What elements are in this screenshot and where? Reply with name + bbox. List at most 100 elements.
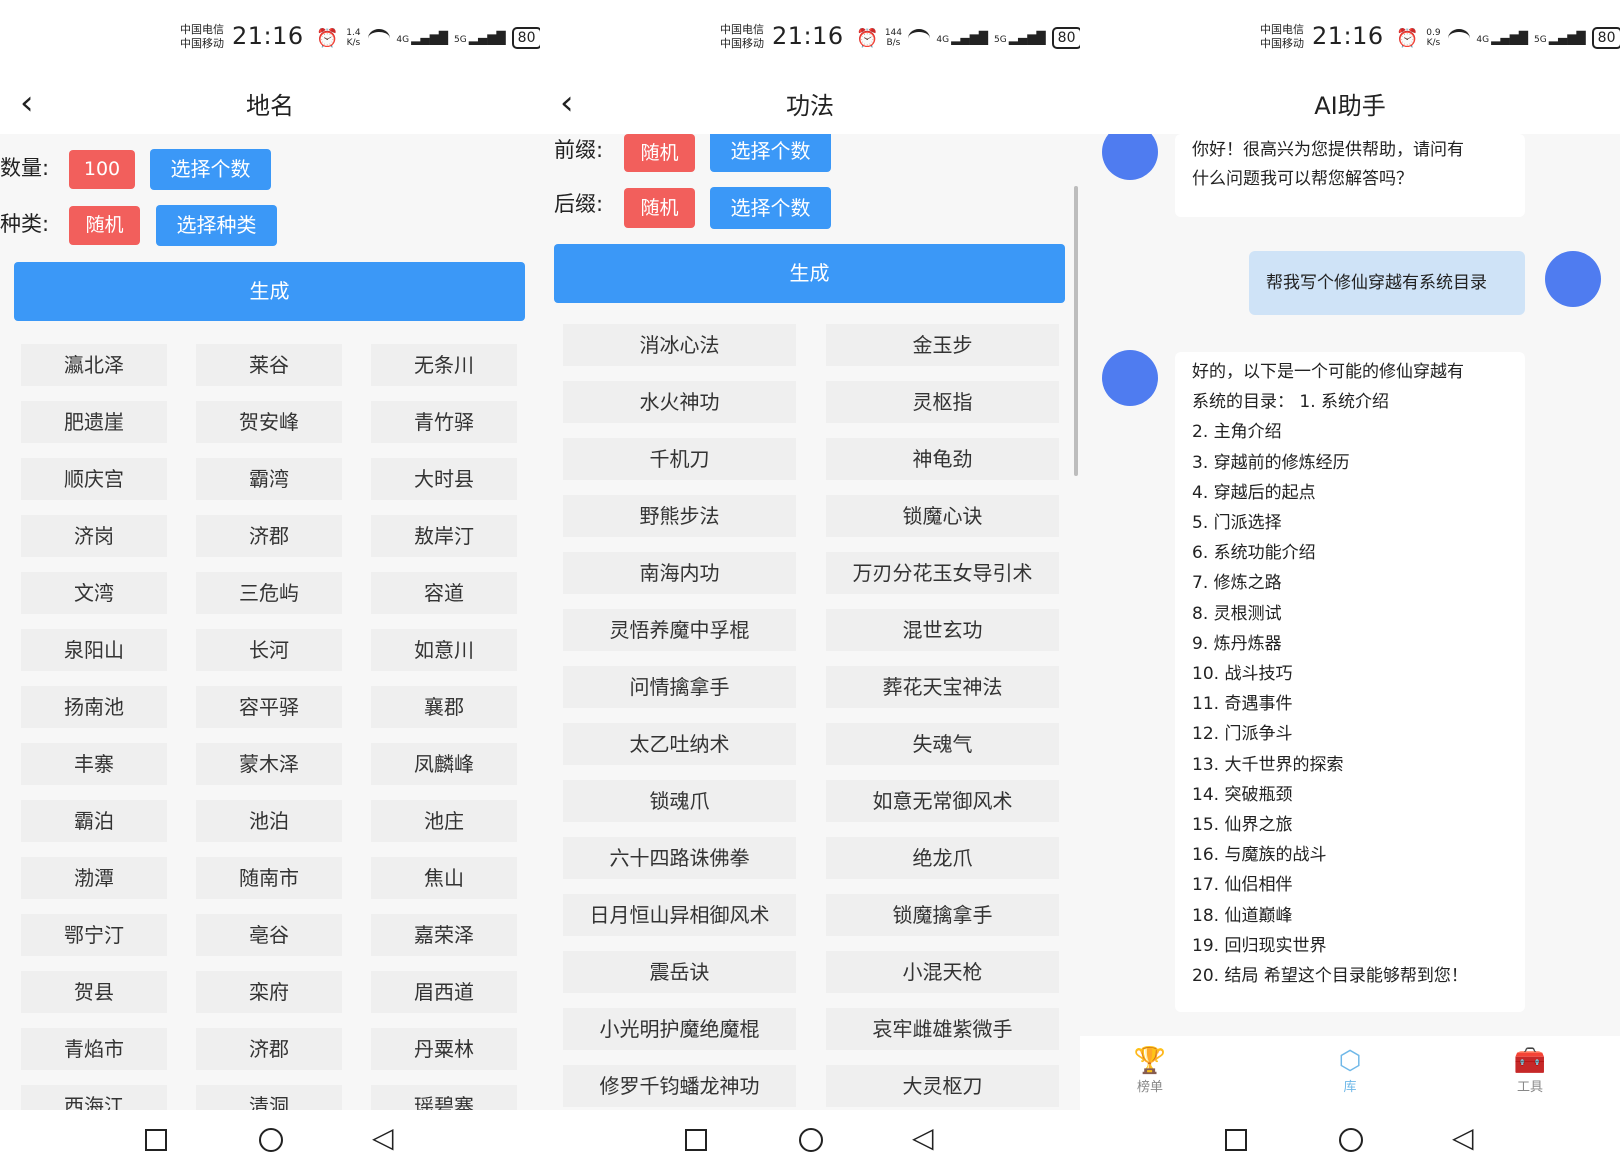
list-item[interactable]: 如意无常御风术 — [826, 780, 1059, 822]
list-item[interactable]: 襄郡 — [371, 686, 517, 728]
prefix-label: 前缀: — [554, 138, 604, 162]
list-item[interactable]: 神龟劲 — [826, 438, 1059, 480]
list-item[interactable]: 灵枢指 — [826, 381, 1059, 423]
prefix-random-button[interactable]: 随机 — [624, 134, 695, 172]
list-item[interactable]: 如意川 — [371, 629, 517, 671]
type-random-button[interactable]: 随机 — [69, 206, 140, 245]
list-item[interactable]: 消冰心法 — [563, 324, 796, 366]
list-item[interactable]: 栾府 — [196, 971, 342, 1013]
count-value-button[interactable]: 100 — [69, 150, 135, 189]
list-item[interactable]: 失魂气 — [826, 723, 1059, 765]
list-item[interactable]: 震岳诀 — [563, 951, 796, 993]
list-item[interactable]: 长河 — [196, 629, 342, 671]
list-item[interactable]: 莱谷 — [196, 344, 342, 386]
list-item[interactable]: 灵悟养魔中孚棍 — [563, 609, 796, 651]
list-item[interactable]: 济岗 — [21, 515, 167, 557]
list-item[interactable]: 锁魂爪 — [563, 780, 796, 822]
list-item[interactable]: 随南市 — [196, 857, 342, 899]
list-item[interactable]: 扬南池 — [21, 686, 167, 728]
list-item[interactable]: 蒙木泽 — [196, 743, 342, 785]
list-item[interactable]: 池泊 — [196, 800, 342, 842]
list-item[interactable]: 亳谷 — [196, 914, 342, 956]
scrollbar[interactable] — [1074, 186, 1078, 476]
recents-icon[interactable] — [685, 1129, 707, 1151]
list-item[interactable]: 清洞 — [196, 1085, 342, 1110]
list-item[interactable]: 济郡 — [196, 515, 342, 557]
assistant-avatar — [1102, 350, 1158, 406]
list-item[interactable]: 泉阳山 — [21, 629, 167, 671]
list-item[interactable]: 敖岸汀 — [371, 515, 517, 557]
generate-button[interactable]: 生成 — [14, 262, 525, 321]
battery-icon: 80 — [1591, 27, 1620, 49]
list-item[interactable]: 六十四路诛佛拳 — [563, 837, 796, 879]
list-item[interactable]: 三危屿 — [196, 572, 342, 614]
list-item[interactable]: 万刃分花玉女导引术 — [826, 552, 1059, 594]
list-item[interactable]: 锁魔擒拿手 — [826, 894, 1059, 936]
list-item[interactable]: 青竹驿 — [371, 401, 517, 443]
list-item[interactable]: 济郡 — [196, 1028, 342, 1070]
list-item[interactable]: 瀛北泽 — [21, 344, 167, 386]
tab-ranking[interactable]: 🏆 榜单 — [1110, 1046, 1190, 1095]
list-item[interactable]: 贺县 — [21, 971, 167, 1013]
list-item[interactable]: 问情擒拿手 — [563, 666, 796, 708]
home-icon[interactable] — [259, 1128, 283, 1152]
place-names-content: 数量: 100 选择个数 种类: 随机 选择种类 生成 瀛北泽 莱谷 无条川 肥遗崖贺… — [0, 134, 540, 1110]
list-item[interactable]: 小混天枪 — [826, 951, 1059, 993]
list-item[interactable]: 水火神功 — [563, 381, 796, 423]
back-triangle-icon[interactable]: ◁ — [372, 1124, 394, 1152]
list-item[interactable]: 大时县 — [371, 458, 517, 500]
count-label: 数量: — [0, 156, 50, 180]
select-count-button[interactable]: 选择个数 — [150, 149, 271, 190]
list-item[interactable]: 瑶碧寨 — [371, 1085, 517, 1110]
alarm-icon: ⏰ — [1396, 27, 1419, 49]
suffix-select-button[interactable]: 选择个数 — [710, 187, 831, 229]
recents-icon[interactable] — [1225, 1129, 1247, 1151]
list-item[interactable]: 哀牢雌雄紫微手 — [826, 1008, 1059, 1050]
list-item[interactable]: 丹粟林 — [371, 1028, 517, 1070]
list-item[interactable]: 金玉步 — [826, 324, 1059, 366]
assistant-avatar — [1102, 134, 1158, 180]
list-item[interactable]: 青焰市 — [21, 1028, 167, 1070]
list-item[interactable]: 霸泊 — [21, 800, 167, 842]
list-item[interactable]: 肥遗崖 — [21, 401, 167, 443]
select-type-button[interactable]: 选择种类 — [156, 205, 277, 246]
list-item[interactable]: 鄂宁汀 — [21, 914, 167, 956]
recents-icon[interactable] — [145, 1129, 167, 1151]
list-item[interactable]: 太乙吐纳术 — [563, 723, 796, 765]
list-item[interactable]: 霸湾 — [196, 458, 342, 500]
list-item[interactable]: 焦山 — [371, 857, 517, 899]
suffix-random-button[interactable]: 随机 — [624, 188, 695, 228]
list-item[interactable]: 池庄 — [371, 800, 517, 842]
list-item[interactable]: 眉西道 — [371, 971, 517, 1013]
list-item[interactable]: 容道 — [371, 572, 517, 614]
list-item[interactable]: 锁魔心诀 — [826, 495, 1059, 537]
list-item[interactable]: 日月恒山异相御风术 — [563, 894, 796, 936]
list-item[interactable]: 无条川 — [371, 344, 517, 386]
prefix-select-button[interactable]: 选择个数 — [710, 134, 831, 172]
list-item[interactable]: 渤潭 — [21, 857, 167, 899]
list-item[interactable]: 绝龙爪 — [826, 837, 1059, 879]
list-item[interactable]: 容平驿 — [196, 686, 342, 728]
back-triangle-icon[interactable]: ◁ — [1452, 1124, 1474, 1152]
generate-button[interactable]: 生成 — [554, 244, 1065, 303]
list-item[interactable]: 千机刀 — [563, 438, 796, 480]
list-item[interactable]: 贺安峰 — [196, 401, 342, 443]
list-item[interactable]: 南海内功 — [563, 552, 796, 594]
home-icon[interactable] — [1339, 1128, 1363, 1152]
list-item[interactable]: 混世玄功 — [826, 609, 1059, 651]
list-item[interactable]: 野熊步法 — [563, 495, 796, 537]
back-triangle-icon[interactable]: ◁ — [912, 1124, 934, 1152]
list-item[interactable]: 顺庆宫 — [21, 458, 167, 500]
list-item[interactable]: 小光明护魔绝魔棍 — [563, 1008, 796, 1050]
list-item[interactable]: 嘉荣泽 — [371, 914, 517, 956]
list-item[interactable]: 葬花天宝神法 — [826, 666, 1059, 708]
list-item[interactable]: 修罗千钧蟠龙神功 — [563, 1065, 796, 1107]
tab-tools[interactable]: 🧰 工具 — [1490, 1046, 1570, 1095]
list-item[interactable]: 大灵枢刀 — [826, 1065, 1059, 1107]
tab-library[interactable]: ⬡ 库 — [1310, 1046, 1390, 1095]
home-icon[interactable] — [799, 1128, 823, 1152]
list-item[interactable]: 文湾 — [21, 572, 167, 614]
list-item[interactable]: 丰寨 — [21, 743, 167, 785]
list-item[interactable]: 西海江 — [21, 1085, 167, 1110]
list-item[interactable]: 凤麟峰 — [371, 743, 517, 785]
